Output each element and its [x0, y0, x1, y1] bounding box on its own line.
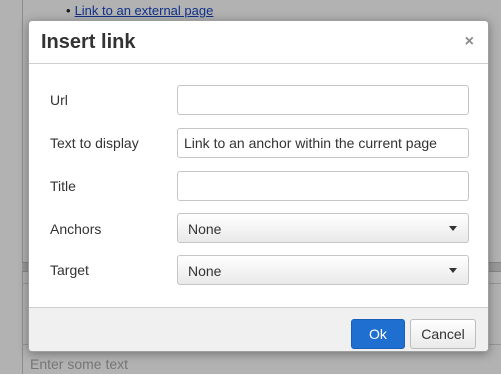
target-label: Target [50, 262, 89, 278]
anchors-selected-value: None [188, 221, 222, 237]
url-label: Url [50, 92, 68, 108]
insert-link-dialog: Insert link × Url Text to display Title … [28, 20, 489, 352]
title-input[interactable] [177, 171, 469, 201]
dialog-title: Insert link [41, 31, 136, 53]
title-label: Title [50, 178, 76, 194]
ok-button[interactable]: Ok [351, 319, 405, 349]
text-to-display-input[interactable] [177, 128, 469, 158]
chevron-down-icon [449, 226, 457, 231]
anchors-label: Anchors [50, 221, 102, 237]
chevron-down-icon [449, 268, 457, 273]
anchors-select[interactable]: None [177, 213, 469, 243]
close-icon[interactable]: × [465, 33, 474, 51]
dialog-footer: Ok Cancel [29, 307, 488, 351]
target-selected-value: None [188, 263, 222, 279]
text-to-display-label: Text to display [50, 135, 139, 151]
cancel-button[interactable]: Cancel [410, 319, 476, 349]
url-input[interactable] [177, 85, 469, 115]
target-select[interactable]: None [177, 255, 469, 285]
dialog-header: Insert link × [29, 21, 488, 64]
